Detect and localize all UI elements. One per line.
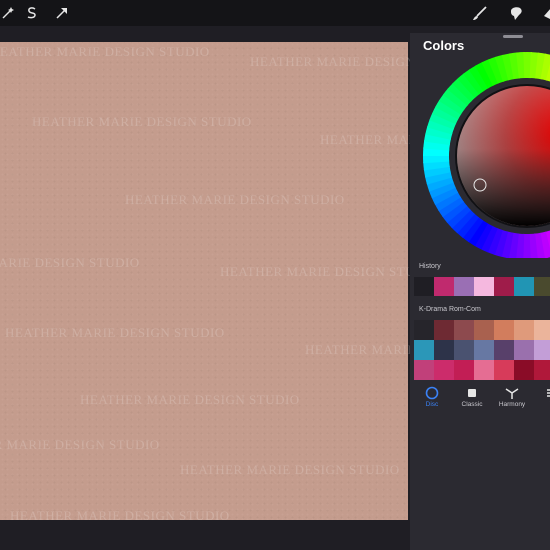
color-mode-tabs: Disc Classic Harmony V	[410, 381, 550, 417]
eraser-icon[interactable]	[540, 3, 550, 23]
palette-swatch[interactable]	[434, 340, 454, 360]
palette-swatch[interactable]	[474, 360, 494, 380]
history-swatch[interactable]	[514, 277, 534, 296]
palette-label: K-Drama Rom-Com	[419, 306, 481, 313]
palette-swatch[interactable]	[494, 340, 514, 360]
history-label: History	[419, 263, 441, 270]
history-swatch[interactable]	[454, 277, 474, 296]
drawing-canvas[interactable]: HEATHER MARIE DESIGN STUDIO HEATHER MARI…	[0, 42, 539, 523]
tab-label: Harmony	[498, 401, 526, 408]
palette-swatch[interactable]	[434, 360, 454, 380]
palette-swatch[interactable]	[534, 340, 550, 360]
watermark-text: HEATHER MARIE DESIGN STUDIO	[0, 255, 140, 270]
palette-swatch[interactable]	[434, 320, 454, 340]
palette-swatch[interactable]	[414, 340, 434, 360]
watermark-text: HEATHER MARIE DESIGN STUDIO	[5, 325, 225, 340]
history-swatch[interactable]	[414, 277, 434, 296]
watermark-text: HEATHER MARIE DESIGN STUDIO	[10, 508, 230, 523]
palette-swatch[interactable]	[454, 340, 474, 360]
palette-swatch[interactable]	[534, 360, 550, 380]
palette-swatch[interactable]	[454, 360, 474, 380]
harmony-icon	[505, 388, 519, 399]
smudge-icon[interactable]	[506, 3, 526, 23]
palette-swatch[interactable]	[534, 320, 550, 340]
watermark-text: HEATHER MARIE DESIGN STUDIO	[80, 392, 300, 407]
palette-swatch[interactable]	[474, 340, 494, 360]
palette-swatch[interactable]	[414, 360, 434, 380]
palette-swatch[interactable]	[514, 320, 534, 340]
tab-label: Disc	[425, 401, 439, 408]
magic-wand-icon[interactable]	[0, 3, 18, 23]
colors-panel: Colors History K-Drama Rom-Com Disc Clas…	[410, 33, 550, 550]
brightness-overlay	[457, 86, 550, 226]
tab-label: V	[532, 401, 550, 408]
top-toolbar	[0, 0, 550, 26]
tab-disc[interactable]: Disc	[412, 381, 452, 417]
palette-swatch[interactable]	[414, 320, 434, 340]
transform-arrow-icon[interactable]	[52, 3, 72, 23]
history-swatch[interactable]	[474, 277, 494, 296]
history-swatch[interactable]	[534, 277, 550, 296]
palette-swatch[interactable]	[454, 320, 474, 340]
palette-swatch[interactable]	[474, 320, 494, 340]
disc-icon	[425, 386, 439, 400]
watermark-text: HEATHER MARIE DESIGN STUDIO	[32, 114, 252, 129]
tab-value[interactable]: V	[532, 381, 550, 417]
palette-swatch[interactable]	[494, 320, 514, 340]
tab-classic[interactable]: Classic	[452, 381, 492, 417]
brush-icon[interactable]	[470, 3, 490, 23]
tab-harmony[interactable]: Harmony	[492, 381, 532, 417]
selection-s-icon[interactable]	[22, 3, 42, 23]
watermark-text: HEATHER MARIE DESIGN STUDIO	[0, 437, 160, 452]
history-swatch[interactable]	[494, 277, 514, 296]
watermark-text: HEATHER MARIE DESIGN STUDIO	[0, 44, 210, 59]
value-sliders-icon	[547, 389, 550, 397]
color-disc[interactable]	[410, 33, 550, 258]
palette-swatch[interactable]	[514, 360, 534, 380]
tab-label: Classic	[461, 401, 483, 408]
watermark-text: HEATHER MARIE DESIGN STUDIO	[180, 462, 400, 477]
palette-swatch[interactable]	[514, 340, 534, 360]
watermark-text: HEATHER MARIE DESIGN STUDIO	[220, 264, 440, 279]
palette-swatch[interactable]	[494, 360, 514, 380]
watermark-text: HEATHER MARIE DESIGN STUDIO	[125, 192, 345, 207]
classic-square-icon	[468, 389, 476, 397]
history-swatch[interactable]	[434, 277, 454, 296]
